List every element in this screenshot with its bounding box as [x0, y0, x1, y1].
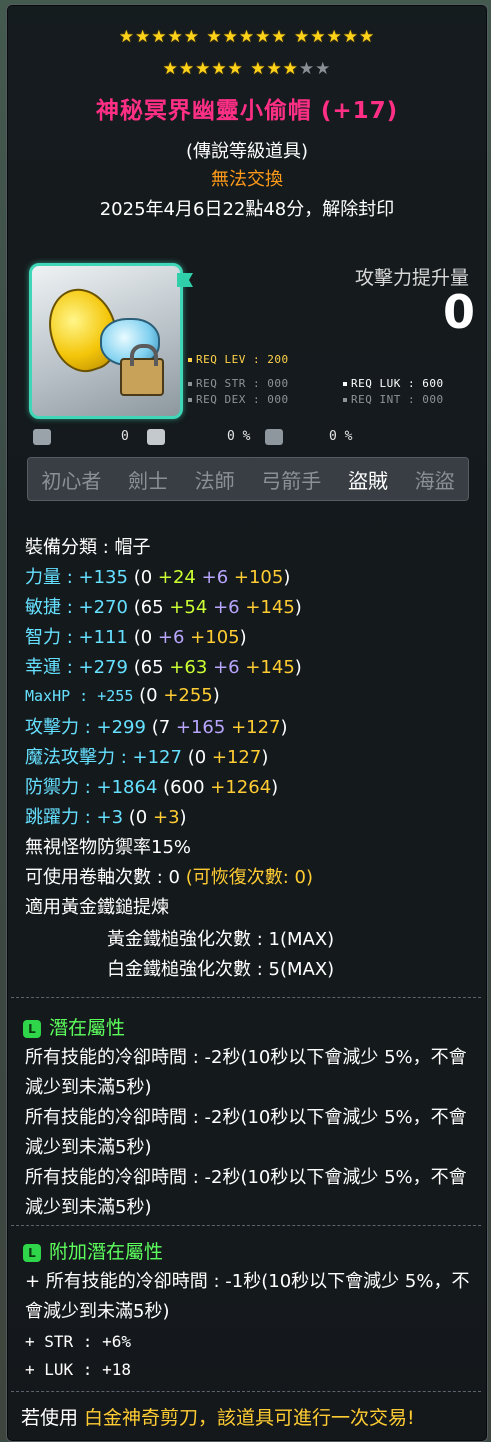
scissors-notice: 若使用 白金神奇剪刀，該道具可進行一次交易!	[21, 1407, 415, 1429]
percent-value-2: 0 %	[329, 429, 353, 444]
item-name: 神秘冥界幽靈小偷帽 (+17)	[95, 98, 399, 124]
item-tooltip: ★★★★★ ★★★★★ ★★★★★ ★★★★★ ★★★★★ 神秘冥界幽靈小偷帽 …	[6, 4, 488, 1442]
ignore-defense: 無視怪物防禦率15%	[25, 837, 192, 858]
job-bowman: 弓箭手	[261, 468, 322, 493]
job-class-bar: 初心者 劍士 法師 弓箭手 盜賊 海盜	[27, 457, 469, 501]
hammer-applicable: 適用黃金鐵鎚提煉	[25, 897, 169, 918]
section-divider	[11, 1225, 481, 1226]
job-warrior: 劍士	[127, 468, 168, 493]
platinum-hammer-count: 白金鐵槌強化次數 : 5(MAX)	[107, 959, 335, 980]
section-divider	[11, 997, 481, 998]
section-divider	[11, 1391, 481, 1392]
stat-magic-attack: 魔法攻擊力 : +127 (0 +127)	[25, 747, 269, 768]
item-icon	[29, 263, 183, 419]
trade-status: 無法交換	[211, 169, 283, 190]
crown-icon	[147, 429, 165, 445]
req-int: REQ INT : 000	[343, 393, 444, 406]
req-dex: REQ DEX : 000	[188, 393, 289, 406]
shield-icon	[265, 429, 283, 445]
additional-potential-line-2: + STR : +6%	[25, 1332, 131, 1351]
stat-attack: 攻擊力 : +299 (7 +165 +127)	[25, 717, 288, 738]
stat-dex: 敏捷 : +270 (65 +54 +6 +145)	[25, 597, 302, 618]
potential-line-2: 所有技能的冷卻時間 : -2秒(10秒以下會減少 5%，不會減少到未滿5秒)	[25, 1107, 467, 1158]
legendary-badge-icon: L	[23, 1020, 41, 1038]
job-pirate: 海盜	[414, 468, 455, 493]
job-magician: 法師	[194, 468, 235, 493]
req-level: REQ LEV : 200	[188, 353, 289, 366]
stat-int: 智力 : +111 (0 +6 +105)	[25, 627, 247, 648]
req-str: REQ STR : 000	[188, 377, 289, 390]
stat-maxhp: MaxHP : +255 (0 +255)	[25, 685, 220, 706]
scroll-slots: 可使用卷軸次數 : 0 (可恢復次數: 0)	[25, 867, 313, 888]
potential-line-1: 所有技能的冷卻時間 : -2秒(10秒以下會減少 5%，不會減少到未滿5秒)	[25, 1047, 467, 1098]
job-beginner: 初心者	[41, 468, 102, 493]
lock-icon	[120, 344, 164, 396]
stat-luk: 幸運 : +279 (65 +63 +6 +145)	[25, 657, 302, 678]
star-icons-empty: ★★	[298, 59, 332, 79]
upgrade-icon	[33, 429, 51, 445]
additional-potential-header: L 附加潛在屬性	[23, 1237, 163, 1264]
equip-category: 裝備分類 : 帽子	[25, 537, 151, 558]
req-luk: REQ LUK : 600	[343, 377, 444, 390]
star-force-row-2: ★★★★★ ★★★★★	[7, 59, 487, 79]
additional-potential-line-1: + 所有技能的冷卻時間 : -1秒(10秒以下會減少 5%，不會減少到未滿5秒)	[25, 1271, 470, 1322]
stat-jump: 跳躍力 : +3 (0 +3)	[25, 807, 187, 828]
upgrade-count: 0	[121, 429, 129, 444]
job-thief: 盜賊	[347, 468, 388, 493]
item-grade: (傳說等級道具)	[185, 141, 309, 162]
potential-header: L 潛在屬性	[23, 1013, 125, 1040]
gold-hammer-count: 黃金鐵槌強化次數 : 1(MAX)	[107, 929, 335, 950]
star-icons-filled: ★★★★★ ★★★	[162, 59, 299, 79]
star-force-row-1: ★★★★★ ★★★★★ ★★★★★	[7, 27, 487, 47]
star-icons: ★★★★★ ★★★★★ ★★★★★	[118, 27, 376, 47]
attack-gain-value: 0	[442, 285, 475, 339]
additional-potential-line-3: + LUK : +18	[25, 1360, 131, 1379]
legendary-badge-icon: L	[23, 1244, 41, 1262]
stat-str: 力量 : +135 (0 +24 +6 +105)	[25, 567, 291, 588]
flag-icon	[177, 273, 193, 287]
percent-value-1: 0 %	[227, 429, 251, 444]
potential-line-3: 所有技能的冷卻時間 : -2秒(10秒以下會減少 5%，不會減少到未滿5秒)	[25, 1167, 467, 1218]
seal-release-time: 2025年4月6日22點48分，解除封印	[99, 199, 395, 220]
stat-defense: 防禦力 : +1864 (600 +1264)	[25, 777, 279, 798]
